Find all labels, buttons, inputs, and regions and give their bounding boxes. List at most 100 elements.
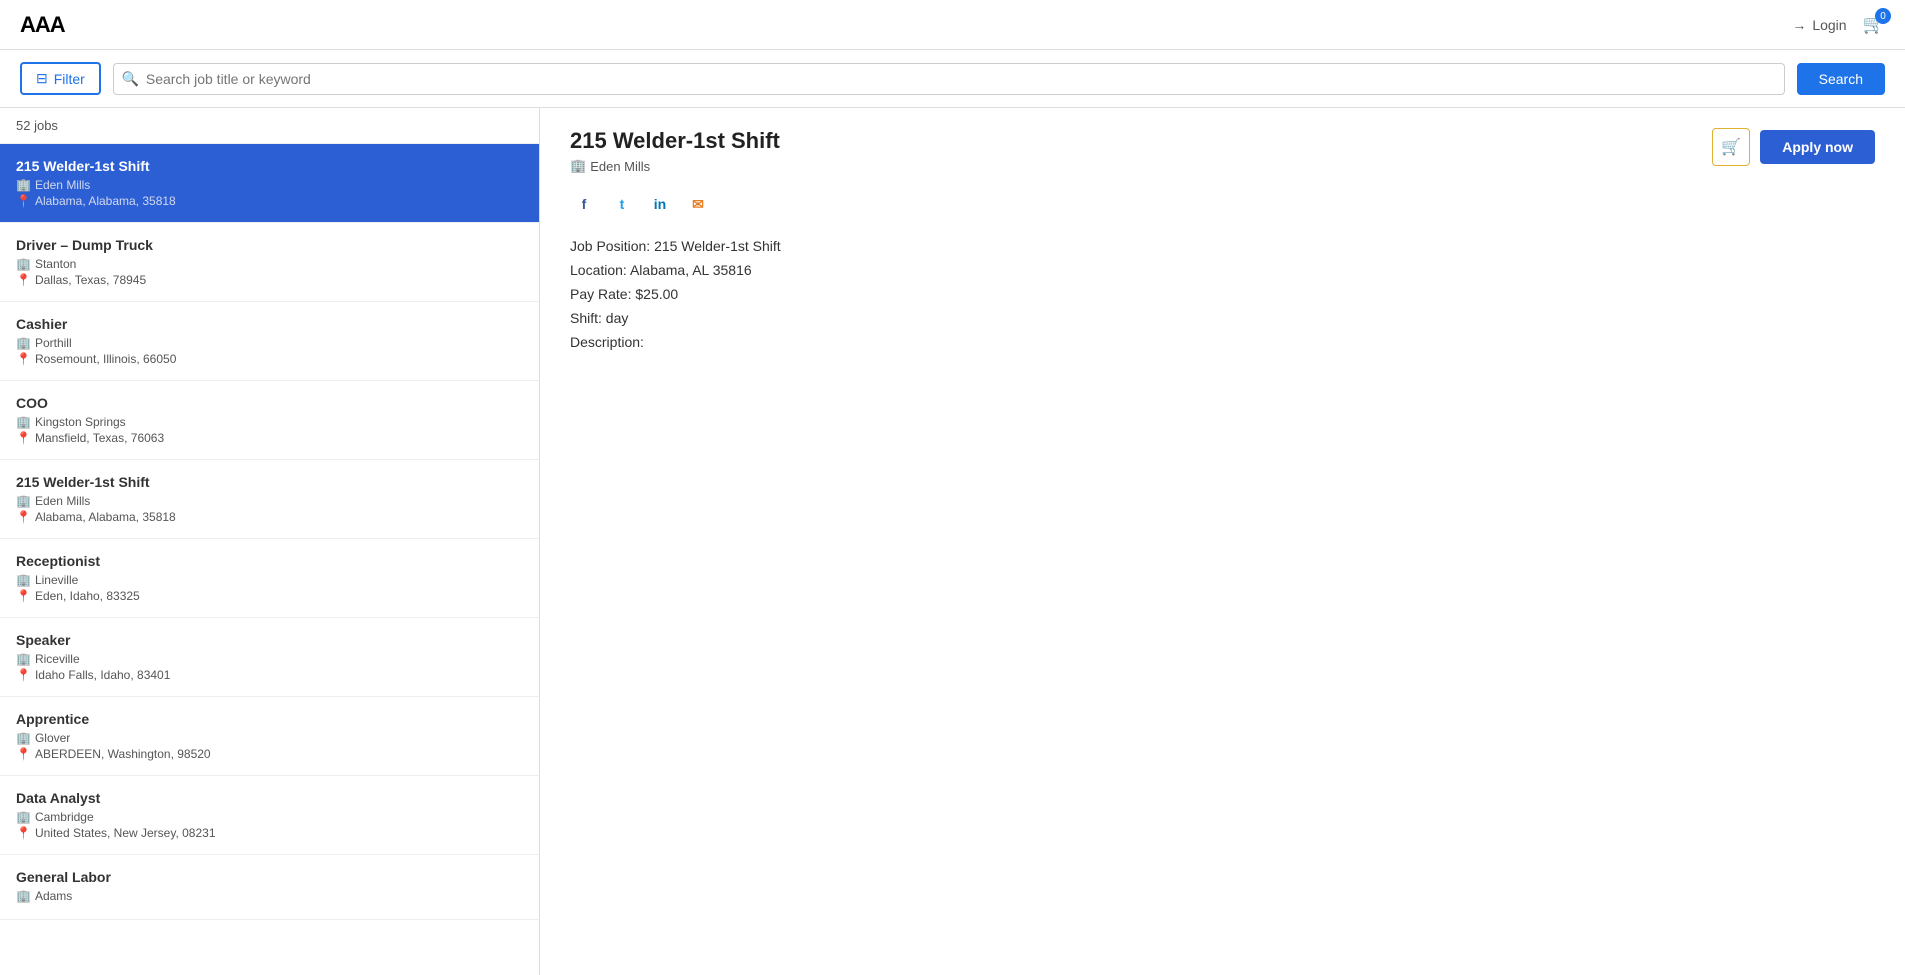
company-icon: 🏢 (16, 494, 31, 508)
login-icon: → (1792, 17, 1806, 33)
job-card-title: 215 Welder-1st Shift (16, 474, 523, 490)
job-card-location: 📍 Rosemount, Illinois, 66050 (16, 352, 523, 366)
shift-label: Shift: (570, 310, 602, 326)
header: AAA → Login 🛒 0 (0, 0, 1905, 50)
job-card-company: 🏢 Cambridge (16, 810, 523, 824)
location-pin-icon: 📍 (16, 352, 31, 366)
job-list-item[interactable]: Apprentice 🏢 Glover 📍 ABERDEEN, Washington… (0, 697, 539, 776)
job-card-title: Speaker (16, 632, 523, 648)
job-card-company: 🏢 Riceville (16, 652, 523, 666)
right-panel: 215 Welder-1st Shift 🏢 Eden Mills 🛒 Appl… (540, 108, 1905, 975)
email-icon[interactable]: ✉ (684, 190, 712, 218)
pay-rate-value: $25.00 (635, 286, 678, 302)
location-pin-icon: 📍 (16, 510, 31, 524)
job-detail-company: 🏢 Eden Mills (570, 158, 780, 174)
cart-button[interactable]: 🛒 0 (1863, 14, 1885, 35)
job-list-item[interactable]: 215 Welder-1st Shift 🏢 Eden Mills 📍 Alabam… (0, 144, 539, 223)
apply-now-button[interactable]: Apply now (1760, 130, 1875, 164)
description-line: Description: (570, 334, 1875, 350)
job-position-label: Job Position: (570, 238, 650, 254)
job-card-company: 🏢 Kingston Springs (16, 415, 523, 429)
job-card-location: 📍 Mansfield, Texas, 76063 (16, 431, 523, 445)
location-pin-icon: 📍 (16, 747, 31, 761)
job-card-location: 📍 Idaho Falls, Idaho, 83401 (16, 668, 523, 682)
job-list-item[interactable]: Cashier 🏢 Porthill 📍 Rosemount, Illinois, … (0, 302, 539, 381)
job-card-location: 📍 Alabama, Alabama, 35818 (16, 194, 523, 208)
location-pin-icon: 📍 (16, 194, 31, 208)
search-icon: 🔍 (122, 70, 139, 87)
location-value: Alabama, AL 35816 (630, 262, 752, 278)
bookmark-icon: 🛒 (1721, 137, 1741, 157)
job-card-title: 215 Welder-1st Shift (16, 158, 523, 174)
shift-value: day (606, 310, 629, 326)
company-name: Eden Mills (590, 159, 650, 174)
job-list-item[interactable]: Data Analyst🏢 Cambridge📍 United States, … (0, 776, 539, 855)
job-card-company: 🏢 Lineville (16, 573, 523, 587)
company-icon: 🏢 (16, 415, 31, 429)
company-icon: 🏢 (16, 573, 31, 587)
job-list: 215 Welder-1st Shift 🏢 Eden Mills 📍 Alabam… (0, 144, 539, 920)
job-card-location: 📍 Dallas, Texas, 78945 (16, 273, 523, 287)
location-pin-icon: 📍 (16, 589, 31, 603)
location-pin-icon: 📍 (16, 668, 31, 682)
company-icon: 🏢 (16, 336, 31, 350)
pay-rate-label: Pay Rate: (570, 286, 631, 302)
job-position-value: 215 Welder-1st Shift (654, 238, 781, 254)
search-input-wrap: 🔍 (113, 63, 1785, 95)
job-card-title: Driver – Dump Truck (16, 237, 523, 253)
job-card-company: 🏢 Eden Mills (16, 178, 523, 192)
login-label: Login (1812, 17, 1846, 33)
main-layout: 52 jobs 215 Welder-1st Shift 🏢 Eden Mills… (0, 108, 1905, 975)
job-card-location: 📍 ABERDEEN, Washington, 98520 (16, 747, 523, 761)
job-card-company: 🏢 Eden Mills (16, 494, 523, 508)
job-detail-header: 215 Welder-1st Shift 🏢 Eden Mills 🛒 Appl… (570, 128, 1875, 174)
job-detail-title: 215 Welder-1st Shift (570, 128, 780, 154)
job-card-title: Apprentice (16, 711, 523, 727)
company-icon: 🏢 (16, 810, 31, 824)
login-button[interactable]: → Login (1792, 17, 1846, 33)
job-card-company: 🏢 Glover (16, 731, 523, 745)
description-label: Description: (570, 334, 644, 350)
company-icon: 🏢 (16, 178, 31, 192)
filter-label: Filter (54, 71, 85, 87)
header-right: → Login 🛒 0 (1792, 14, 1885, 35)
facebook-icon[interactable]: f (570, 190, 598, 218)
job-list-item[interactable]: General Labor🏢 Adams (0, 855, 539, 920)
jobs-count: 52 jobs (0, 108, 539, 144)
bookmark-button[interactable]: 🛒 (1712, 128, 1750, 166)
linkedin-icon[interactable]: in (646, 190, 674, 218)
social-icons: f t in ✉ (570, 190, 1875, 218)
job-detail-title-area: 215 Welder-1st Shift 🏢 Eden Mills (570, 128, 780, 174)
search-button[interactable]: Search (1797, 63, 1885, 95)
location-label: Location: (570, 262, 627, 278)
filter-icon: ⊟ (36, 70, 48, 87)
job-list-item[interactable]: Speaker 🏢 Riceville 📍 Idaho Falls, Idaho, … (0, 618, 539, 697)
location-pin-icon: 📍 (16, 273, 31, 287)
job-card-title: Receptionist (16, 553, 523, 569)
job-card-title: Data Analyst (16, 790, 523, 806)
twitter-icon[interactable]: t (608, 190, 636, 218)
location-pin-icon: 📍 (16, 431, 31, 445)
location-line: Location: Alabama, AL 35816 (570, 262, 1875, 278)
shift-line: Shift: day (570, 310, 1875, 326)
filter-button[interactable]: ⊟ Filter (20, 62, 101, 95)
job-list-item[interactable]: COO🏢 Kingston Springs📍 Mansfield, Texas,… (0, 381, 539, 460)
job-card-title: Cashier (16, 316, 523, 332)
cart-badge: 0 (1875, 8, 1891, 24)
job-card-location: 📍 Eden, Idaho, 83325 (16, 589, 523, 603)
job-card-title: General Labor (16, 869, 523, 885)
search-input[interactable] (113, 63, 1785, 95)
left-panel: 52 jobs 215 Welder-1st Shift 🏢 Eden Mills… (0, 108, 540, 975)
location-pin-icon: 📍 (16, 826, 31, 840)
job-card-company: 🏢 Porthill (16, 336, 523, 350)
company-icon: 🏢 (16, 257, 31, 271)
pay-rate-line: Pay Rate: $25.00 (570, 286, 1875, 302)
job-list-item[interactable]: Receptionist 🏢 Lineville 📍 Eden, Idaho, 83… (0, 539, 539, 618)
company-icon: 🏢 (16, 652, 31, 666)
job-position-line: Job Position: 215 Welder-1st Shift (570, 238, 1875, 254)
job-list-item[interactable]: Driver – Dump Truck 🏢 Stanton 📍 Dallas, Te… (0, 223, 539, 302)
logo: AAA (20, 12, 65, 38)
search-area: ⊟ Filter 🔍 Search (0, 50, 1905, 108)
job-card-company: 🏢 Stanton (16, 257, 523, 271)
job-list-item[interactable]: 215 Welder-1st Shift🏢 Eden Mills📍 Alabam… (0, 460, 539, 539)
